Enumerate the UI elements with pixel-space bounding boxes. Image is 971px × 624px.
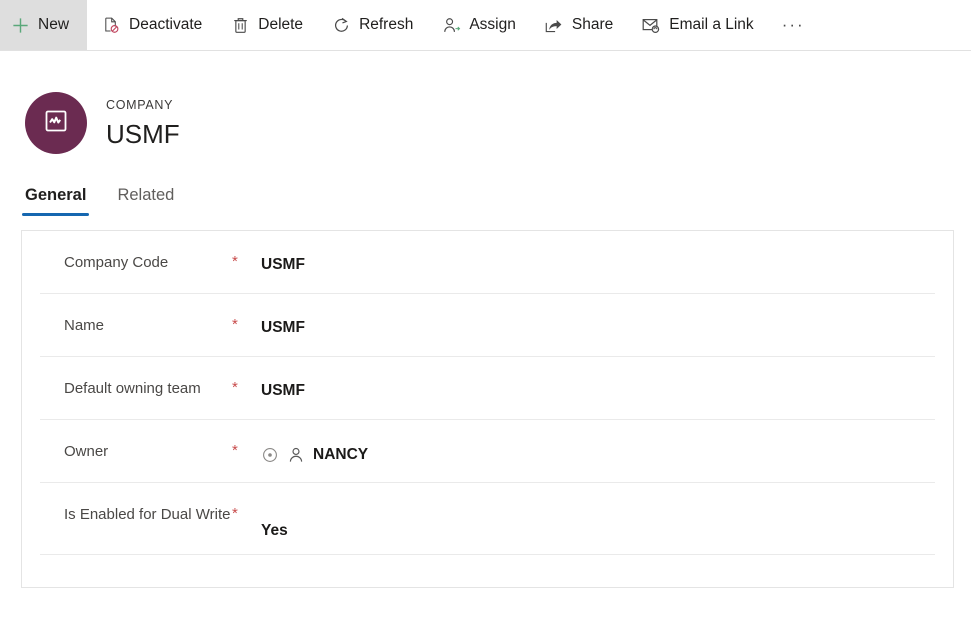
- new-button[interactable]: New: [0, 0, 88, 50]
- entity-type-label: COMPANY: [106, 97, 174, 112]
- avatar: [25, 92, 87, 154]
- new-button-label: New: [38, 15, 70, 33]
- owner-name: NANCY: [313, 445, 369, 463]
- field-row-owner: Owner * NANCY: [40, 420, 935, 483]
- more-ellipsis-icon[interactable]: ···: [768, 0, 819, 50]
- tab-strip: General Related: [0, 169, 971, 216]
- general-form-card: Company Code * USMF Name * USMF Default …: [21, 230, 954, 588]
- refresh-button-label: Refresh: [359, 15, 414, 33]
- is-enabled-for-dual-write-required-marker: *: [232, 505, 238, 522]
- delete-button[interactable]: Delete: [216, 0, 317, 50]
- is-enabled-for-dual-write-value[interactable]: Yes: [248, 502, 935, 540]
- assign-button[interactable]: Assign: [427, 0, 530, 50]
- share-button[interactable]: Share: [530, 0, 627, 50]
- email-a-link-button[interactable]: Email a Link: [627, 0, 767, 50]
- company-chart-icon: [42, 107, 70, 140]
- share-icon: [544, 15, 564, 35]
- field-row-company-code: Company Code * USMF: [40, 231, 935, 294]
- owner-label: Owner: [64, 443, 109, 460]
- tab-general[interactable]: General: [22, 186, 90, 216]
- email-a-link-button-label: Email a Link: [669, 15, 754, 33]
- name-required-marker: *: [232, 316, 238, 333]
- deactivate-button-label: Deactivate: [129, 15, 203, 33]
- field-row-name: Name * USMF: [40, 294, 935, 357]
- trash-icon: [230, 15, 250, 35]
- entity-meta: COMPANY USMF: [106, 98, 180, 149]
- owner-required-marker: *: [232, 442, 238, 459]
- email-link-icon: [641, 15, 661, 35]
- field-row-is-enabled-for-dual-write: Is Enabled for Dual Write * Yes: [40, 483, 935, 555]
- is-enabled-for-dual-write-label: Is Enabled for Dual Write: [64, 506, 231, 523]
- assign-person-icon: [441, 15, 461, 35]
- tab-related[interactable]: Related: [114, 186, 177, 216]
- name-label: Name: [64, 317, 105, 334]
- name-value[interactable]: USMF: [248, 313, 935, 337]
- company-code-required-marker: *: [232, 253, 238, 270]
- default-owning-team-value[interactable]: USMF: [248, 376, 935, 400]
- delete-button-label: Delete: [258, 15, 304, 33]
- company-code-label: Company Code: [64, 254, 169, 271]
- field-row-default-owning-team: Default owning team * USMF: [40, 357, 935, 420]
- default-owning-team-label: Default owning team: [64, 380, 201, 397]
- page-title: USMF: [106, 118, 180, 149]
- person-icon: [286, 445, 305, 464]
- owner-value-container[interactable]: NANCY: [248, 439, 935, 464]
- assign-button-label: Assign: [469, 15, 516, 33]
- company-code-value[interactable]: USMF: [248, 250, 935, 274]
- refresh-button[interactable]: Refresh: [317, 0, 427, 50]
- lookup-status-circle-icon: [261, 446, 278, 463]
- plus-icon: [10, 15, 30, 35]
- share-button-label: Share: [571, 15, 614, 33]
- entity-header: COMPANY USMF: [0, 51, 971, 169]
- command-bar: New Deactivate Delete Refresh Assign Sha…: [0, 0, 971, 51]
- refresh-icon: [331, 15, 351, 35]
- deactivate-button[interactable]: Deactivate: [87, 0, 216, 50]
- default-owning-team-required-marker: *: [232, 379, 238, 396]
- deactivate-document-icon: [101, 15, 121, 35]
